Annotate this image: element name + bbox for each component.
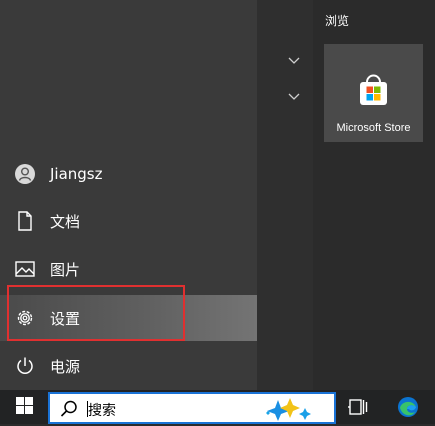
microsoft-store-label: Microsoft Store xyxy=(336,122,411,134)
power-icon xyxy=(14,355,36,377)
search-input[interactable]: 搜索 xyxy=(48,392,336,424)
windows-logo-icon xyxy=(15,396,33,418)
taskbar: 搜索 xyxy=(0,390,435,424)
task-view-icon[interactable] xyxy=(348,397,368,421)
chevron-down-icon[interactable] xyxy=(283,52,305,72)
edge-browser-icon[interactable] xyxy=(397,396,419,422)
documents-item[interactable]: 文档 xyxy=(0,198,257,244)
tile-group-title: 浏览 xyxy=(325,14,350,28)
documents-label: 文档 xyxy=(50,212,81,231)
sparkle-icon[interactable] xyxy=(264,396,328,426)
chevron-down-icon[interactable] xyxy=(283,88,305,108)
highlight-box xyxy=(7,285,185,341)
microsoft-store-tile[interactable]: Microsoft Store xyxy=(324,44,423,142)
pictures-label: 图片 xyxy=(50,260,81,279)
document-icon xyxy=(14,210,36,232)
search-placeholder: 搜索 xyxy=(88,403,116,419)
user-name: Jiangsz xyxy=(50,165,103,183)
search-icon xyxy=(60,400,78,422)
pictures-icon xyxy=(14,258,36,280)
microsoft-store-icon xyxy=(357,74,390,107)
power-item[interactable]: 电源 xyxy=(0,343,257,389)
user-avatar-icon xyxy=(14,163,36,185)
user-account-item[interactable]: Jiangsz xyxy=(0,151,257,197)
power-label: 电源 xyxy=(50,357,81,376)
start-button[interactable] xyxy=(0,390,48,424)
